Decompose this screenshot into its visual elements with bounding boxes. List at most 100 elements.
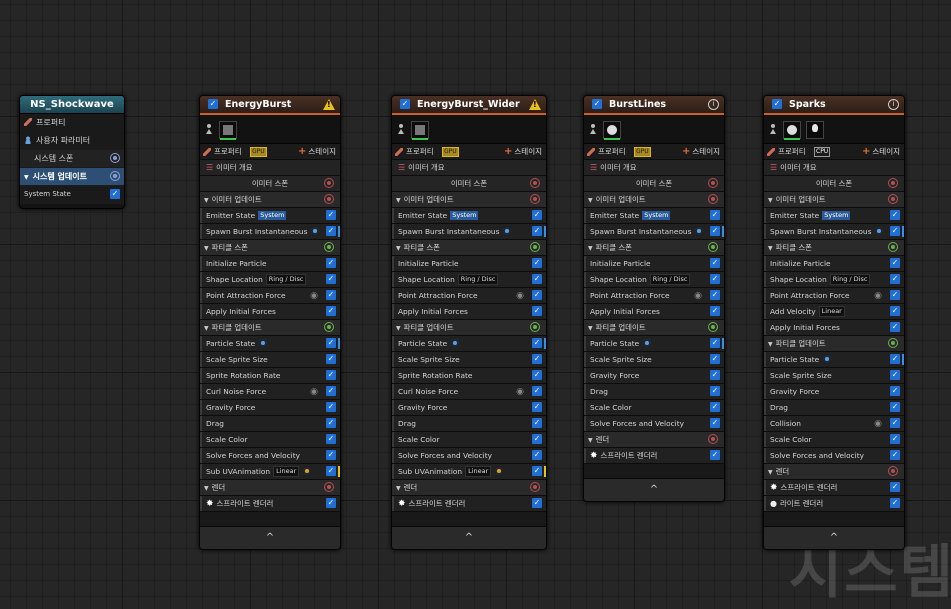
system-title[interactable]: NS_Shockwave (20, 96, 124, 114)
module-enable-checkbox[interactable]: ✓ (326, 370, 336, 380)
visibility-eye-icon[interactable]: ◉ (310, 385, 318, 400)
stage-pin-icon[interactable] (324, 194, 334, 204)
value-dot-icon[interactable] (495, 467, 504, 475)
module-particle-state[interactable]: Particle State ✓ (200, 336, 340, 352)
module-scale-color[interactable]: Scale Color ✓ (764, 432, 904, 448)
module-enable-checkbox[interactable]: ✓ (532, 434, 542, 444)
stage-pin-icon[interactable] (324, 178, 334, 188)
emitter-overview-row[interactable]: 이미터 개요 (200, 160, 340, 176)
system-properties-row[interactable]: 프로퍼티 (20, 114, 124, 132)
system-node[interactable]: NS_Shockwave 프로퍼티 사용자 파라미터 시스템 스폰 ▼ 시스템 업… (19, 95, 125, 209)
stage-pin-icon[interactable] (530, 322, 540, 332)
renderer-thumbnail-row[interactable] (392, 115, 546, 144)
module-enable-checkbox[interactable]: ✓ (710, 354, 720, 364)
module-curl-noise-force[interactable]: Curl Noise Force ◉ ✓ (200, 384, 340, 400)
module-enable-checkbox[interactable]: ✓ (710, 450, 720, 460)
module-particle-state[interactable]: Particle State ✓ (392, 336, 546, 352)
stage-pin-icon[interactable] (708, 178, 718, 188)
module-enable-checkbox[interactable]: ✓ (532, 306, 542, 316)
module-enable-checkbox[interactable]: ✓ (326, 226, 336, 236)
emitter-node-energyburst[interactable]: ✓ EnergyBurst 프로퍼티 GPU +스테이지이미터 개요이미터 스폰이미터 … (199, 95, 341, 550)
module-scale-sprite-size[interactable]: Scale Sprite Size ✓ (764, 368, 904, 384)
module-enable-checkbox[interactable]: ✓ (890, 322, 900, 332)
particle-spawn-section[interactable]: 파티클 스폰 (764, 240, 904, 256)
renderer-thumbnail-row[interactable] (584, 115, 724, 144)
emitter-node-energyburst_wider[interactable]: ✓ EnergyBurst_Wider 프로퍼티 GPU +스테이지이미터 개요이미터 … (391, 95, 547, 550)
visibility-eye-icon[interactable]: ◉ (874, 289, 882, 304)
collapse-node-button[interactable]: ^ (200, 526, 340, 549)
module-gravity-force[interactable]: Gravity Force ✓ (392, 400, 546, 416)
emitter-enable-checkbox[interactable]: ✓ (400, 99, 410, 109)
module-enable-checkbox[interactable]: ✓ (890, 450, 900, 460)
visibility-eye-icon[interactable]: ◉ (874, 417, 882, 432)
module-enable-checkbox[interactable]: ✓ (710, 274, 720, 284)
particle-update-section[interactable]: 파티클 업데이트 (764, 336, 904, 352)
value-dot-icon[interactable] (823, 355, 832, 363)
module-scale-color[interactable]: Scale Color ✓ (200, 432, 340, 448)
system-user-params-row[interactable]: 사용자 파라미터 (20, 132, 124, 150)
module-enable-checkbox[interactable]: ✓ (890, 354, 900, 364)
system-state-checkbox[interactable]: ✓ (110, 189, 120, 199)
particle-spawn-section[interactable]: 파티클 스폰 (392, 240, 546, 256)
module-enable-checkbox[interactable]: ✓ (532, 450, 542, 460)
module-enable-checkbox[interactable]: ✓ (532, 498, 542, 508)
module-enable-checkbox[interactable]: ✓ (532, 258, 542, 268)
visibility-eye-icon[interactable]: ◉ (516, 289, 524, 304)
module-enable-checkbox[interactable]: ✓ (710, 402, 720, 412)
module-enable-checkbox[interactable]: ✓ (532, 370, 542, 380)
stage-pin-icon[interactable] (324, 322, 334, 332)
module-enable-checkbox[interactable]: ✓ (326, 258, 336, 268)
stage-pin-icon[interactable] (888, 178, 898, 188)
stage-pin-icon[interactable] (324, 242, 334, 252)
module-enable-checkbox[interactable]: ✓ (890, 418, 900, 428)
module-apply-initial-forces[interactable]: Apply Initial Forces ✓ (392, 304, 546, 320)
emitter-node-burstlines[interactable]: ✓ BurstLines i 프로퍼티 GPU +스테이지이미터 개요이미터 스폰이미터 … (583, 95, 725, 502)
material-thumbnail[interactable] (783, 121, 801, 140)
module-point-attraction-force[interactable]: Point Attraction Force ◉ ✓ (764, 288, 904, 304)
module-scale-sprite-size[interactable]: Scale Sprite Size ✓ (584, 352, 724, 368)
value-dot-icon[interactable] (259, 339, 268, 347)
module-enable-checkbox[interactable]: ✓ (890, 386, 900, 396)
emitter-title-bar[interactable]: ✓ Sparks i (764, 96, 904, 115)
emitter-properties-row[interactable]: 프로퍼티 CPU + 스테이지 (764, 144, 904, 160)
module-enable-checkbox[interactable]: ✓ (710, 418, 720, 428)
particle-spawn-section[interactable]: 파티클 스폰 (200, 240, 340, 256)
emitter-update-section[interactable]: 이미터 업데이트 (584, 192, 724, 208)
particle-update-section[interactable]: 파티클 업데이트 (584, 320, 724, 336)
renderer-thumbnail-row[interactable] (764, 115, 904, 144)
module-gravity-force[interactable]: Gravity Force ✓ (764, 384, 904, 400)
module-drag[interactable]: Drag ✓ (392, 416, 546, 432)
module-enable-checkbox[interactable]: ✓ (326, 274, 336, 284)
emitter-title-bar[interactable]: ✓ EnergyBurst (200, 96, 340, 115)
particle-spawn-section[interactable]: 파티클 스폰 (584, 240, 724, 256)
emitter-spawn-section[interactable]: 이미터 스폰 (200, 176, 340, 192)
module-enable-checkbox[interactable]: ✓ (532, 402, 542, 412)
module-enable-checkbox[interactable]: ✓ (710, 338, 720, 348)
module-emitter-state[interactable]: Emitter State System ✓ (392, 208, 546, 224)
module-enable-checkbox[interactable]: ✓ (890, 370, 900, 380)
module-enable-checkbox[interactable]: ✓ (710, 306, 720, 316)
add-stage-button[interactable]: + 스테이지 (862, 144, 900, 159)
module-enable-checkbox[interactable]: ✓ (326, 434, 336, 444)
module-enable-checkbox[interactable]: ✓ (532, 354, 542, 364)
sprite-renderer-row[interactable]: 스프라이트 렌더러 ✓ (392, 496, 546, 512)
emitter-spawn-section[interactable]: 이미터 스폰 (392, 176, 546, 192)
system-update-row[interactable]: ▼ 시스템 업데이트 (20, 168, 124, 186)
module-enable-checkbox[interactable]: ✓ (890, 482, 900, 492)
module-enable-checkbox[interactable]: ✓ (326, 338, 336, 348)
module-shape-location[interactable]: Shape Location Ring / Disc ✓ (200, 272, 340, 288)
stage-pin-icon[interactable] (888, 466, 898, 476)
emitter-enable-checkbox[interactable]: ✓ (772, 99, 782, 109)
value-dot-icon[interactable] (451, 339, 460, 347)
module-drag[interactable]: Drag ✓ (764, 400, 904, 416)
module-enable-checkbox[interactable]: ✓ (532, 226, 542, 236)
module-enable-checkbox[interactable]: ✓ (326, 354, 336, 364)
emitter-overview-row[interactable]: 이미터 개요 (392, 160, 546, 176)
module-spawn-burst-instantaneous[interactable]: Spawn Burst Instantaneous ✓ (200, 224, 340, 240)
add-stage-button[interactable]: + 스테이지 (504, 144, 542, 159)
module-sub-uvanimation[interactable]: Sub UVAnimation Linear ✓ (200, 464, 340, 480)
module-solve-forces-and-velocity[interactable]: Solve Forces and Velocity ✓ (764, 448, 904, 464)
module-enable-checkbox[interactable]: ✓ (532, 274, 542, 284)
module-shape-location[interactable]: Shape Location Ring / Disc ✓ (764, 272, 904, 288)
emitter-title-bar[interactable]: ✓ BurstLines i (584, 96, 724, 115)
